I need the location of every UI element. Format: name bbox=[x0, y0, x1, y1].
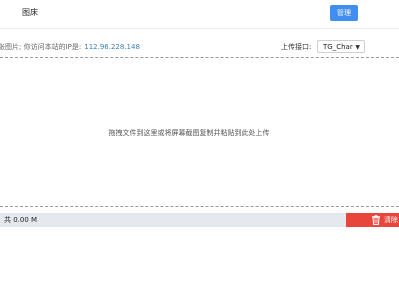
chevron-down-icon: ▼ bbox=[355, 44, 360, 51]
page: 图床 管理 张图片; 你访问本站的IP是: 112.96.228.148 上传接口… bbox=[0, 0, 399, 300]
total-size: 共 0.00 M bbox=[4, 216, 38, 224]
clear-label: 清除 bbox=[384, 216, 398, 224]
image-count-text: 张图片; 你访问本站的IP是: bbox=[0, 43, 82, 51]
manage-button[interactable]: 管理 bbox=[330, 5, 358, 21]
dropzone-hint: 拖拽文件到这里或将屏幕截图复制并粘贴到此处上传 bbox=[108, 129, 270, 137]
trash-icon bbox=[372, 215, 380, 225]
upload-dropzone[interactable]: 拖拽文件到这里或将屏幕截图复制并粘贴到此处上传 bbox=[0, 57, 399, 207]
clear-button[interactable]: 清除 bbox=[346, 213, 399, 227]
upload-api-select[interactable]: TG_Char ▼ bbox=[317, 40, 365, 53]
ip-address: 112.96.228.148 bbox=[84, 43, 140, 51]
upload-api-value: TG_Char bbox=[323, 43, 353, 51]
site-title: 图床 bbox=[22, 8, 38, 17]
info-row: 张图片; 你访问本站的IP是: 112.96.228.148 上传接口: TG_C… bbox=[0, 40, 399, 54]
status-bar: 共 0.00 M 清除 bbox=[0, 213, 399, 227]
top-bar: 图床 管理 bbox=[0, 0, 399, 29]
upload-api-label: 上传接口: bbox=[281, 43, 312, 51]
visitor-info: 张图片; 你访问本站的IP是: 112.96.228.148 bbox=[0, 40, 140, 54]
